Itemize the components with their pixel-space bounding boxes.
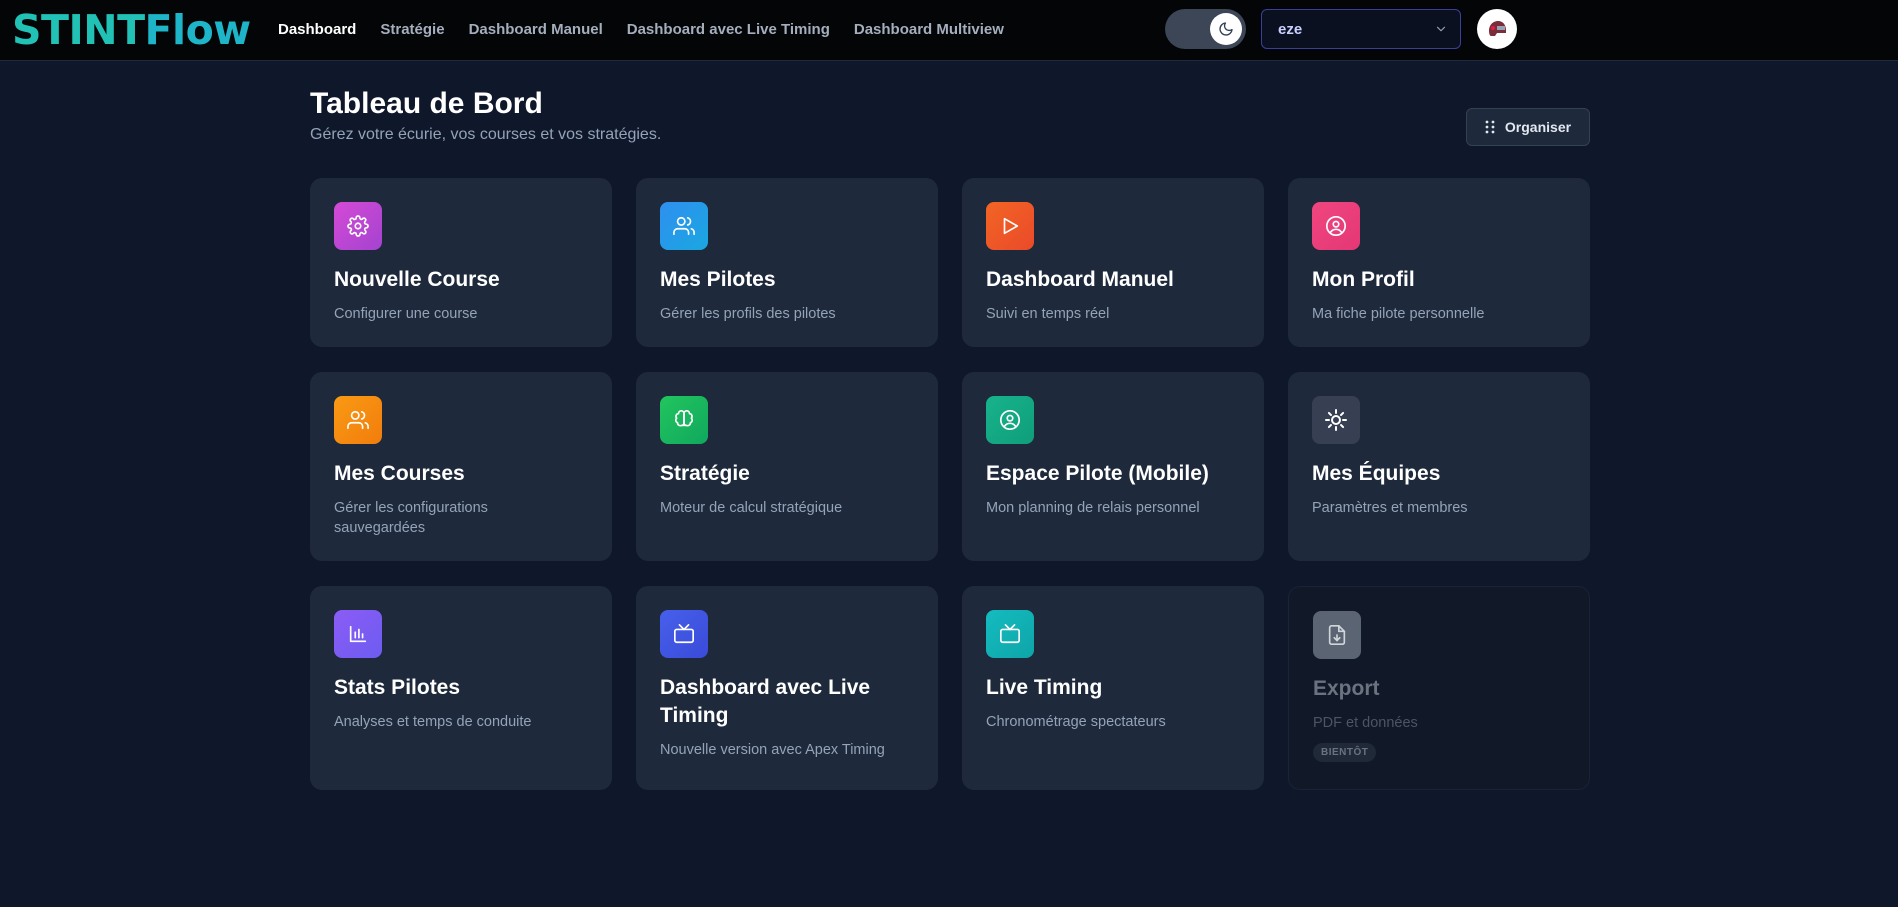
card-title: Mes Pilotes xyxy=(660,268,776,291)
tv-icon xyxy=(660,610,708,658)
card-description: Analyses et temps de conduite xyxy=(334,714,532,730)
card-title: Export xyxy=(1313,677,1380,700)
theme-toggle[interactable] xyxy=(1165,9,1246,49)
card-description: Ma fiche pilote personnelle xyxy=(1312,306,1485,322)
nav-dashboard-live-timing[interactable]: Dashboard avec Live Timing xyxy=(627,20,830,40)
card-description: Configurer une course xyxy=(334,306,478,322)
card-description: Chronométrage spectateurs xyxy=(986,714,1166,730)
brain-icon xyxy=(660,396,708,444)
nav-dashboard-manuel[interactable]: Dashboard Manuel xyxy=(469,20,603,40)
file-download-icon xyxy=(1313,611,1361,659)
card-title: Stratégie xyxy=(660,462,750,485)
gear-icon xyxy=(334,202,382,250)
helmet-avatar-icon xyxy=(1489,21,1506,36)
team-select-value: eze xyxy=(1278,20,1303,38)
card-title: Mon Profil xyxy=(1312,268,1415,291)
nav-dashboard-multiview[interactable]: Dashboard Multiview xyxy=(854,20,1004,40)
user-circle-icon xyxy=(1312,202,1360,250)
coming-soon-badge: BIENTÔT xyxy=(1313,743,1377,762)
moon-icon xyxy=(1219,22,1233,36)
nav-dashboard[interactable]: Dashboard xyxy=(278,20,356,40)
app-logo[interactable]: STINTFlow xyxy=(12,8,251,52)
card-description: Nouvelle version avec Apex Timing xyxy=(660,742,885,758)
user-circle-icon xyxy=(986,396,1034,444)
card-stats-pilotes[interactable]: Stats Pilotes Analyses et temps de condu… xyxy=(310,586,612,790)
organize-button[interactable]: Organiser xyxy=(1466,108,1590,146)
card-description: Gérer les configurations sauvegardées xyxy=(334,500,488,536)
team-select[interactable]: eze xyxy=(1261,9,1461,49)
card-title: Mes Courses xyxy=(334,462,465,485)
chevron-down-icon xyxy=(1434,22,1448,36)
card-description: Paramètres et membres xyxy=(1312,500,1468,516)
card-mon-profil[interactable]: Mon Profil Ma fiche pilote personnelle xyxy=(1288,178,1590,347)
page-title: Tableau de Bord xyxy=(310,87,543,120)
card-description: Suivi en temps réel xyxy=(986,306,1110,322)
card-title: Dashboard avec Live Timing xyxy=(660,676,871,727)
theme-toggle-knob xyxy=(1210,13,1242,45)
logo-text-flow: Flow xyxy=(144,6,252,54)
main-nav: Dashboard Stratégie Dashboard Manuel Das… xyxy=(278,20,1028,40)
card-title: Dashboard Manuel xyxy=(986,268,1174,291)
grip-icon xyxy=(1485,120,1495,134)
card-espace-pilote[interactable]: Espace Pilote (Mobile) Mon planning de r… xyxy=(962,372,1264,561)
card-mes-courses[interactable]: Mes Courses Gérer les configurations sau… xyxy=(310,372,612,561)
card-description: Gérer les profils des pilotes xyxy=(660,306,836,322)
cog-icon xyxy=(1312,396,1360,444)
card-description: Mon planning de relais personnel xyxy=(986,500,1200,516)
play-icon xyxy=(986,202,1034,250)
card-title: Stats Pilotes xyxy=(334,676,461,699)
users-icon xyxy=(334,396,382,444)
card-dashboard-manuel[interactable]: Dashboard Manuel Suivi en temps réel xyxy=(962,178,1264,347)
card-title: Mes Équipes xyxy=(1312,462,1441,485)
bar-chart-icon xyxy=(334,610,382,658)
users-icon xyxy=(660,202,708,250)
card-mes-pilotes[interactable]: Mes Pilotes Gérer les profils des pilote… xyxy=(636,178,938,347)
top-navbar: STINTFlow Dashboard Stratégie Dashboard … xyxy=(0,0,1898,61)
card-dashboard-live-timing[interactable]: Dashboard avec Live Timing Nouvelle vers… xyxy=(636,586,938,790)
card-description: Moteur de calcul stratégique xyxy=(660,500,843,516)
card-live-timing[interactable]: Live Timing Chronométrage spectateurs xyxy=(962,586,1264,790)
organize-label: Organiser xyxy=(1504,119,1572,135)
card-mes-equipes[interactable]: Mes Équipes Paramètres et membres xyxy=(1288,372,1590,561)
user-avatar[interactable] xyxy=(1477,9,1517,49)
logo-text-stint: STINT xyxy=(12,6,145,54)
card-title: Nouvelle Course xyxy=(334,268,500,291)
card-title: Espace Pilote (Mobile) xyxy=(986,462,1209,485)
card-title: Live Timing xyxy=(986,676,1103,699)
nav-strategie[interactable]: Stratégie xyxy=(380,20,444,40)
page-subtitle: Gérez votre écurie, vos courses et vos s… xyxy=(310,126,662,143)
card-export: Export PDF et données BIENTÔT xyxy=(1288,586,1590,790)
card-nouvelle-course[interactable]: Nouvelle Course Configurer une course xyxy=(310,178,612,347)
tv-icon xyxy=(986,610,1034,658)
card-description: PDF et données xyxy=(1313,715,1418,731)
card-strategie[interactable]: Stratégie Moteur de calcul stratégique xyxy=(636,372,938,561)
